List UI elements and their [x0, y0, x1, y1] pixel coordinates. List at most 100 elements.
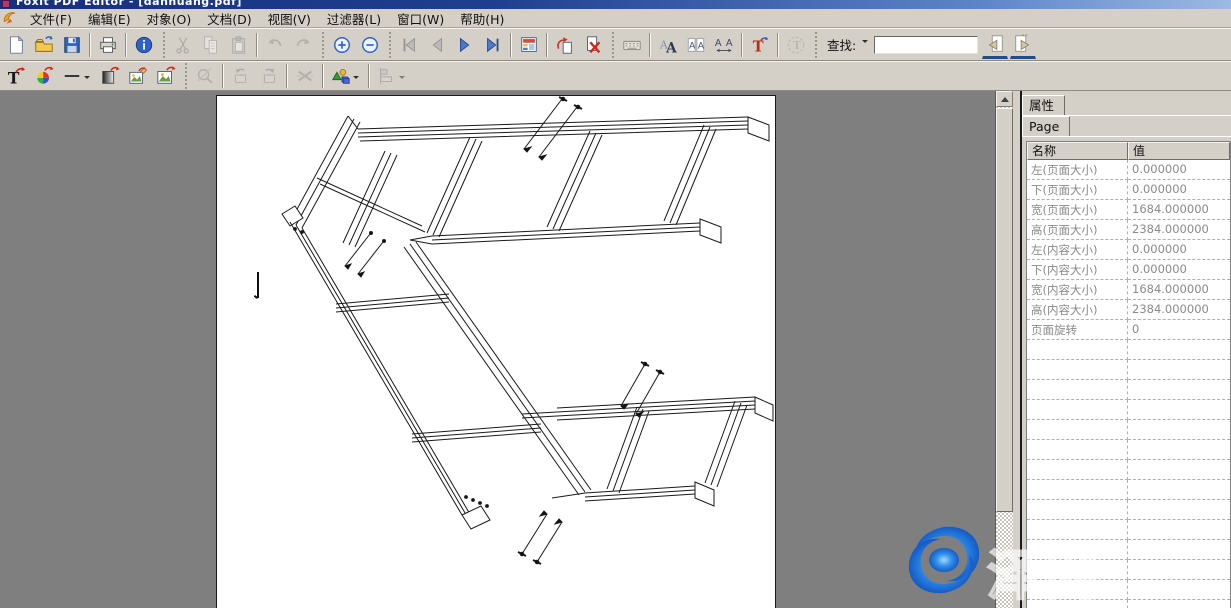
shading-button[interactable]	[97, 63, 123, 89]
property-value[interactable]	[1128, 460, 1230, 480]
document-canvas[interactable]	[0, 91, 996, 608]
property-value[interactable]	[1128, 380, 1230, 400]
property-value[interactable]	[1128, 500, 1230, 520]
line-style-button[interactable]	[59, 63, 95, 89]
copy-button[interactable]	[198, 32, 224, 58]
property-value[interactable]	[1128, 340, 1230, 360]
toolbar-drag-handle[interactable]	[611, 32, 614, 58]
text-object-button[interactable]: T	[747, 32, 773, 58]
menu-item-2[interactable]: 对象(O)	[139, 11, 200, 28]
font-button[interactable]: AA	[655, 32, 681, 58]
scroll-up-button[interactable]	[996, 91, 1013, 107]
info-button[interactable]	[131, 32, 157, 58]
keyboard-button[interactable]	[619, 32, 645, 58]
svg-text:A: A	[726, 37, 733, 48]
menu-item-6[interactable]: 窗口(W)	[389, 11, 452, 28]
toolbar-separator	[125, 33, 127, 57]
rotate-right-object-button[interactable]	[256, 63, 282, 89]
vertical-scrollbar[interactable]	[996, 91, 1013, 608]
toolbar-drag-handle[interactable]	[321, 32, 324, 58]
word-spacing-icon: AA	[714, 35, 734, 55]
property-value[interactable]: 2384.000000	[1128, 220, 1230, 240]
dropdown-caret-icon[interactable]	[84, 76, 90, 82]
property-value[interactable]: 0.000000	[1128, 160, 1230, 180]
cut-button[interactable]	[170, 32, 196, 58]
pdf-page[interactable]	[216, 95, 776, 608]
menu-item-1[interactable]: 编辑(E)	[80, 11, 139, 28]
char-spacing-icon: AA	[686, 35, 706, 55]
next-page-button[interactable]	[452, 32, 478, 58]
new-document-button[interactable]	[3, 32, 29, 58]
property-value[interactable]	[1128, 560, 1230, 580]
touchup-button[interactable]	[192, 63, 218, 89]
property-value[interactable]	[1128, 540, 1230, 560]
prev-page-button[interactable]	[424, 32, 450, 58]
property-table-header: 名称 值	[1027, 142, 1230, 160]
menu-item-3[interactable]: 文档(D)	[199, 11, 259, 28]
search-input[interactable]	[874, 36, 978, 54]
open-folder-button[interactable]	[31, 32, 57, 58]
foxit-app-icon[interactable]	[2, 10, 18, 26]
property-value[interactable]: 1684.000000	[1128, 280, 1230, 300]
property-value[interactable]	[1128, 580, 1230, 600]
property-value[interactable]	[1128, 480, 1230, 500]
property-value[interactable]: 2384.000000	[1128, 300, 1230, 320]
property-value[interactable]: 0.000000	[1128, 180, 1230, 200]
undo-button[interactable]	[262, 32, 288, 58]
property-value[interactable]: 0.000000	[1128, 260, 1230, 280]
find-options-dropdown[interactable]	[859, 34, 871, 56]
toolbar-drag-handle[interactable]	[388, 32, 391, 58]
menu-item-5[interactable]: 过滤器(L)	[319, 11, 389, 28]
circled-text-button[interactable]: T	[783, 32, 809, 58]
toolbar-drag-handle[interactable]	[814, 32, 817, 58]
find-next-button[interactable]	[1010, 30, 1036, 59]
zoom-in-button[interactable]	[329, 32, 355, 58]
property-value[interactable]: 0	[1128, 320, 1230, 340]
menu-item-0[interactable]: 文件(F)	[22, 11, 80, 28]
find-prev-button[interactable]	[982, 30, 1008, 59]
add-image-button[interactable]	[153, 63, 179, 89]
property-value[interactable]: 1684.000000	[1128, 200, 1230, 220]
char-spacing-button[interactable]: AA	[683, 32, 709, 58]
delete-page-button[interactable]	[580, 32, 606, 58]
menu-item-7[interactable]: 帮助(H)	[452, 11, 512, 28]
edit-image-button[interactable]	[125, 63, 151, 89]
scrollbar-thumb[interactable]	[996, 108, 1013, 512]
property-value[interactable]: 0.000000	[1128, 240, 1230, 260]
column-header-value[interactable]: 值	[1128, 142, 1230, 160]
toolbar-drag-handle[interactable]	[184, 63, 187, 89]
property-value[interactable]	[1128, 420, 1230, 440]
zoom-out-button[interactable]	[357, 32, 383, 58]
property-value[interactable]	[1128, 600, 1230, 608]
shapes-button[interactable]	[328, 63, 364, 89]
redo-button[interactable]	[290, 32, 316, 58]
tab-properties[interactable]: 属性	[1022, 95, 1065, 116]
add-color-button[interactable]	[31, 63, 57, 89]
property-value[interactable]	[1128, 360, 1230, 380]
toolbar-separator	[256, 33, 258, 57]
paste-button[interactable]	[226, 32, 252, 58]
align-button[interactable]	[374, 63, 410, 89]
rotate-page-button[interactable]	[552, 32, 578, 58]
toolbar-drag-handle[interactable]	[162, 32, 165, 58]
first-page-button[interactable]	[396, 32, 422, 58]
toolbar-separator	[368, 64, 370, 88]
rotate-left-object-button[interactable]	[228, 63, 254, 89]
print-button[interactable]	[95, 32, 121, 58]
save-button[interactable]	[59, 32, 85, 58]
page-form-button[interactable]	[516, 32, 542, 58]
property-value[interactable]	[1128, 440, 1230, 460]
column-header-name[interactable]: 名称	[1027, 142, 1128, 160]
add-text-button[interactable]: T	[3, 63, 29, 89]
property-value[interactable]	[1128, 520, 1230, 540]
panel-splitter[interactable]	[1013, 91, 1020, 608]
dropdown-caret-icon[interactable]	[353, 76, 359, 82]
menu-item-4[interactable]: 视图(V)	[260, 11, 319, 28]
word-spacing-button[interactable]: AA	[711, 32, 737, 58]
dropdown-caret-icon[interactable]	[399, 76, 405, 82]
last-page-button[interactable]	[480, 32, 506, 58]
property-value[interactable]	[1128, 400, 1230, 420]
delete-object-button[interactable]	[292, 63, 318, 89]
svg-text:T: T	[8, 68, 20, 86]
tab-page[interactable]: Page	[1022, 116, 1070, 137]
